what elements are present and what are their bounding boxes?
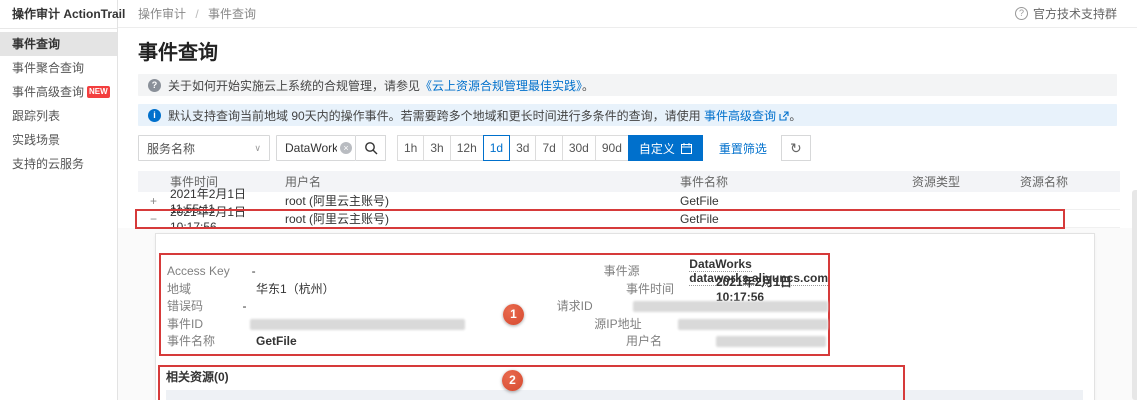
source-ip-redacted <box>678 318 828 330</box>
time-range-group: 1h 3h 12h 1d 3d 7d 30d 90d 自定义 <box>397 135 703 161</box>
annotation-box-detail: Access Key - 事件源 DataWorks dataworks.ali… <box>159 253 830 356</box>
service-name-select-value: 服务名称 <box>147 141 196 156</box>
user-name-cell: root (阿里云主账号) <box>285 194 390 208</box>
sidebar-item-event-aggregate-query[interactable]: 事件聚合查询 <box>0 56 117 80</box>
detail-label: 事件时间 <box>626 281 675 296</box>
service-name-select[interactable]: 服务名称 ∨ <box>138 135 270 161</box>
search-icon <box>364 142 377 155</box>
event-row-1[interactable]: + 2021年2月1日 11:55:11 root (阿里云主账号) GetFi… <box>138 187 1120 216</box>
sidebar-item-event-query[interactable]: 事件查询 <box>0 32 117 56</box>
event-table: 事件时间 用户名 事件名称 资源类型 资源名称 + 2021年2月1日 11:5… <box>135 171 1120 234</box>
help-circle-icon: ? <box>148 78 161 92</box>
vertical-scrollbar-thumb[interactable] <box>1132 190 1137 400</box>
time-range-7d[interactable]: 7d <box>535 135 563 161</box>
event-name-cell: GetFile <box>680 193 719 208</box>
breadcrumb-parent[interactable]: 操作审计 <box>138 7 186 21</box>
chevron-down-icon: ∨ <box>254 142 261 153</box>
annotation-badge-2: 2 <box>502 370 523 391</box>
compliance-best-practice-link[interactable]: 《云上资源合规管理最佳实践》 <box>420 79 582 93</box>
time-range-1d[interactable]: 1d <box>482 135 511 161</box>
calendar-icon <box>680 142 692 154</box>
event-name-cell: GetFile <box>680 211 719 226</box>
event-row-2-expanded[interactable]: − 2021年2月1日 10:17:56 root (阿里云主账号) GetFi… <box>135 205 1120 234</box>
page-title: 事件查询 <box>138 42 218 64</box>
detail-label: 用户名 <box>626 334 663 349</box>
user-name-redacted <box>716 336 826 348</box>
support-group-link[interactable]: ? 官方技术支持群 <box>1014 5 1117 22</box>
clear-input-icon[interactable]: × <box>340 142 352 154</box>
event-name-value: GetFile <box>256 333 297 348</box>
col-header-resource-type: 资源类型 <box>912 175 961 189</box>
breadcrumb-current: 事件查询 <box>208 7 257 21</box>
user-name-cell: root (阿里云主账号) <box>285 212 390 226</box>
sidebar-title: 操作审计 ActionTrail <box>0 0 125 29</box>
time-range-12h[interactable]: 12h <box>449 135 484 161</box>
question-circle-icon: ? <box>1014 7 1028 20</box>
expand-plus-icon[interactable]: + <box>138 194 170 208</box>
time-range-30d[interactable]: 30d <box>561 135 596 161</box>
col-header-event-name: 事件名称 <box>680 175 729 189</box>
annotation-badge-1: 1 <box>503 304 524 325</box>
query-scope-notice-banner: i 默认支持查询当前地域 90天内的操作事件。若需要跨多个地域和更长时间进行多条… <box>138 104 1117 126</box>
custom-range-button[interactable]: 自定义 <box>627 135 703 161</box>
col-header-user-name: 用户名 <box>285 175 322 189</box>
main-content: 操作审计 / 事件查询 ? 官方技术支持群 事件查询 ? 关于如何开始实施云上系… <box>118 0 1137 400</box>
support-group-label: 官方技术支持群 <box>1032 7 1117 21</box>
request-id-redacted <box>633 301 828 313</box>
filter-toolbar: 服务名称 ∨ × 1h 3h 12h 1d 3d 7d 30d 90d 自定义 <box>138 135 1117 161</box>
sidebar-item-event-advanced-query[interactable]: 事件高级查询 NEW <box>0 80 117 104</box>
region-value: 华东1（杭州） <box>256 281 335 296</box>
detail-label: 事件源 <box>603 264 640 279</box>
topbar: 操作审计 / 事件查询 ? 官方技术支持群 <box>118 0 1137 28</box>
search-input-wrap: × <box>276 135 356 161</box>
event-detail-panel: Access Key - 事件源 DataWorks dataworks.ali… <box>155 233 1095 400</box>
external-link-icon <box>779 110 789 121</box>
detail-label: 错误码 <box>167 299 204 314</box>
reset-filters-link[interactable]: 重置筛选 <box>719 140 767 157</box>
event-id-redacted <box>249 318 465 330</box>
refresh-icon: ↻ <box>790 139 802 156</box>
col-header-resource-name: 资源名称 <box>1020 175 1069 189</box>
actiontrail-console: 操作审计 ActionTrail 事件查询 事件聚合查询 事件高级查询 NEW 跟… <box>0 0 1137 400</box>
event-table-header: 事件时间 用户名 事件名称 资源类型 资源名称 <box>138 171 1120 192</box>
time-range-3h[interactable]: 3h <box>423 135 451 161</box>
detail-label: Access Key <box>167 263 230 278</box>
detail-label: 事件名称 <box>167 334 216 349</box>
sidebar-nav: 事件查询 事件聚合查询 事件高级查询 NEW 跟踪列表 实践场景 支持的云服务 <box>0 29 117 176</box>
time-range-90d[interactable]: 90d <box>594 135 629 161</box>
info-circle-icon: i <box>148 108 161 122</box>
access-key-value: - <box>251 263 256 278</box>
time-range-3d[interactable]: 3d <box>509 135 537 161</box>
collapse-minus-icon[interactable]: − <box>138 212 170 226</box>
detail-label: 请求ID <box>556 299 593 314</box>
detail-label: 事件ID <box>167 316 204 331</box>
search-button[interactable] <box>356 135 386 161</box>
sidebar-item-trail-list[interactable]: 跟踪列表 <box>0 104 117 128</box>
breadcrumb: 操作审计 / 事件查询 <box>138 5 256 22</box>
refresh-button[interactable]: ↻ <box>780 135 811 161</box>
breadcrumb-separator: / <box>195 7 199 21</box>
sidebar-item-practice-scenarios[interactable]: 实践场景 <box>0 128 117 152</box>
expanded-detail-area: Access Key - 事件源 DataWorks dataworks.ali… <box>118 228 1137 400</box>
query-scope-notice-text: 默认支持查询当前地域 90天内的操作事件。若需要跨多个地域和更长时间进行多条件的… <box>168 108 802 123</box>
compliance-notice-text: 关于如何开始实施云上系统的合规管理，请参见《云上资源合规管理最佳实践》。 <box>168 78 595 93</box>
time-range-1h[interactable]: 1h <box>397 135 425 161</box>
new-badge: NEW <box>87 86 110 98</box>
advanced-query-link[interactable]: 事件高级查询 <box>704 109 776 123</box>
compliance-notice-banner: ? 关于如何开始实施云上系统的合规管理，请参见《云上资源合规管理最佳实践》。 <box>138 74 1117 96</box>
sidebar: 操作审计 ActionTrail 事件查询 事件聚合查询 事件高级查询 NEW 跟… <box>0 0 125 400</box>
sidebar-item-supported-services[interactable]: 支持的云服务 <box>0 152 117 176</box>
detail-label: 地域 <box>167 281 192 296</box>
detail-label: 源IP地址 <box>594 316 642 331</box>
annotation-box-related <box>158 365 905 400</box>
